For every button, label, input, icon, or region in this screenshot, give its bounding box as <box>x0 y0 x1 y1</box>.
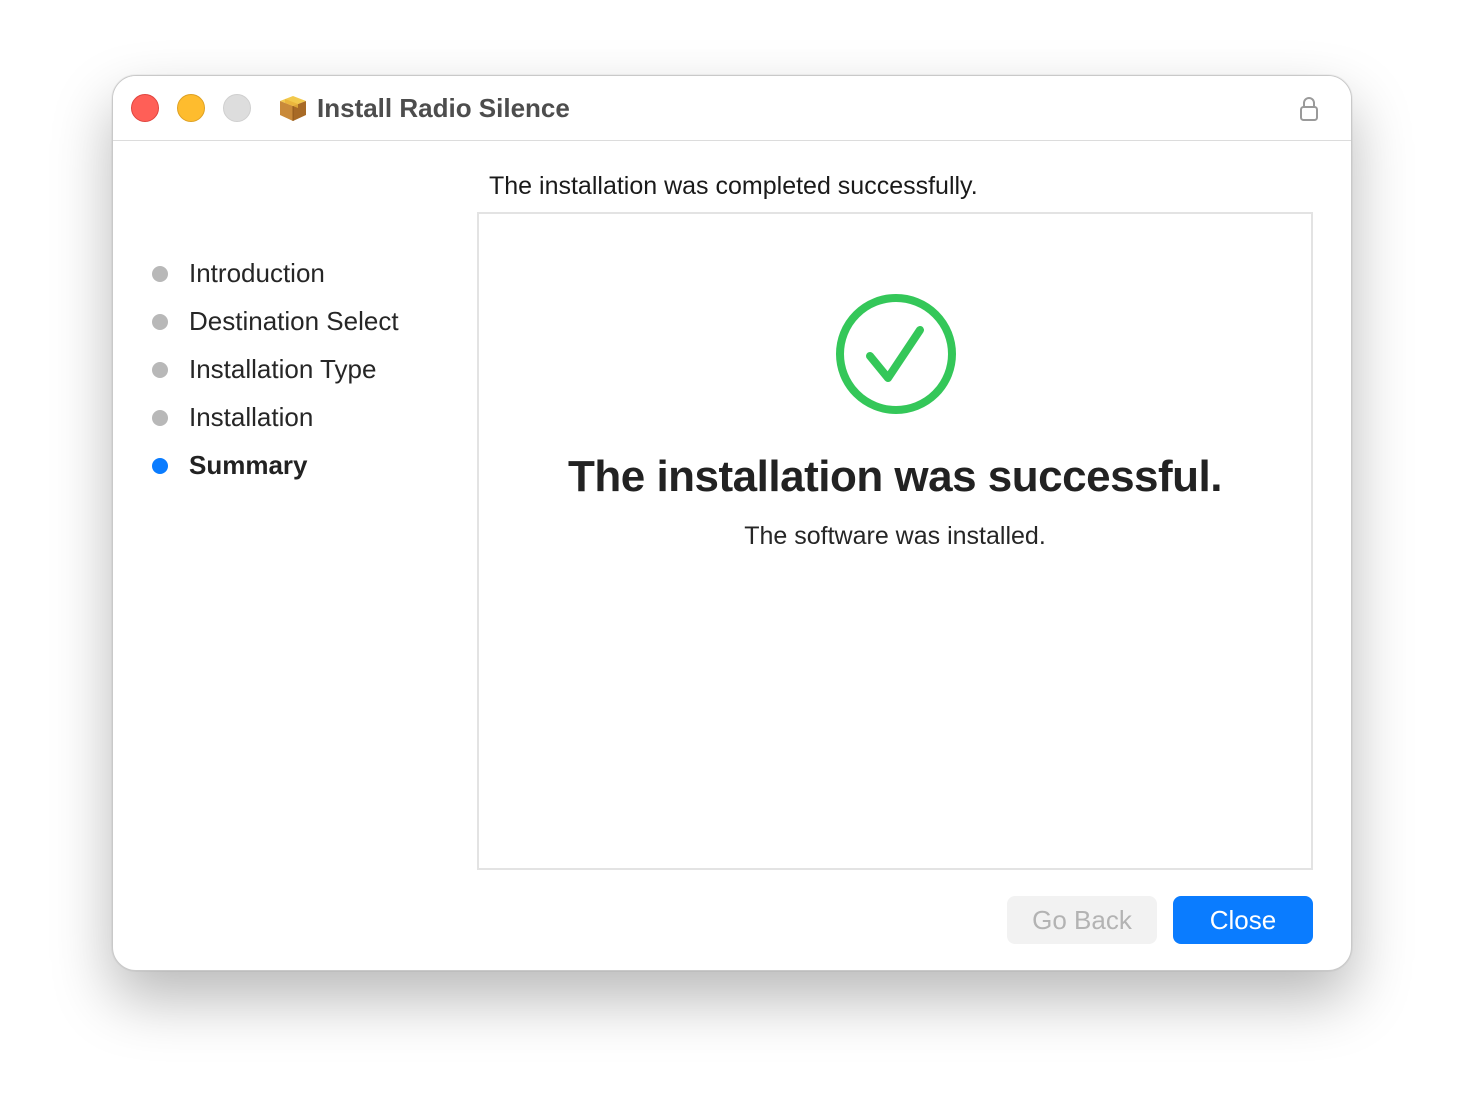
step-destination-select: Destination Select <box>149 304 469 352</box>
title-bar: Install Radio Silence <box>113 76 1351 141</box>
step-dot <box>152 266 168 282</box>
package-icon <box>280 96 306 121</box>
window-title: Install Radio Silence <box>317 93 570 123</box>
step-installation-type: Installation Type <box>149 352 469 400</box>
success-title: The installation was successful. <box>568 452 1223 501</box>
installer-window: Install Radio Silence Introduction Desti… <box>112 75 1352 971</box>
step-label: Installation <box>189 402 314 432</box>
step-summary: Summary <box>149 448 469 496</box>
step-introduction: Introduction <box>149 256 469 304</box>
lock-icon[interactable] <box>1299 96 1319 122</box>
page-heading: The installation was completed successfu… <box>489 172 978 200</box>
go-back-button[interactable]: Go Back <box>1007 896 1157 944</box>
checkmark-circle-icon <box>836 294 956 414</box>
content-panel: The installation was successful. The sof… <box>477 212 1313 870</box>
success-subtitle: The software was installed. <box>744 522 1046 550</box>
step-dot <box>152 314 168 330</box>
zoom-window-button <box>223 94 251 122</box>
step-label: Destination Select <box>189 306 399 336</box>
step-installation: Installation <box>149 400 469 448</box>
step-dot <box>152 410 168 426</box>
close-window-button[interactable] <box>131 94 159 122</box>
step-dot <box>152 362 168 378</box>
steps-sidebar: Introduction Destination Select Installa… <box>149 256 469 496</box>
close-button[interactable]: Close <box>1173 896 1313 944</box>
step-label: Introduction <box>189 258 325 288</box>
step-label: Summary <box>189 450 308 480</box>
step-label: Installation Type <box>189 354 377 384</box>
minimize-window-button[interactable] <box>177 94 205 122</box>
step-dot-active <box>152 458 168 474</box>
